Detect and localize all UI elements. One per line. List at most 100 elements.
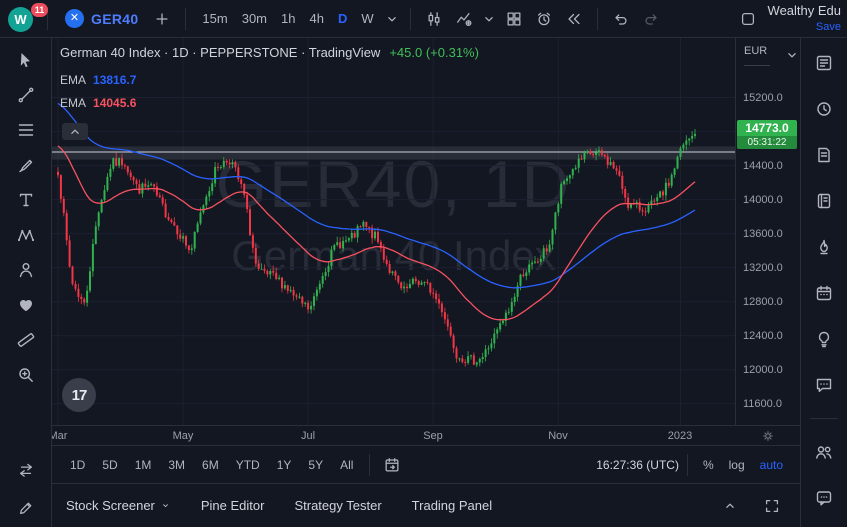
redo-button[interactable] xyxy=(637,5,665,33)
log-scale-button[interactable]: log xyxy=(722,454,752,476)
range-1m[interactable]: 1M xyxy=(127,454,160,476)
trend-line-tool[interactable] xyxy=(9,80,43,110)
brand-logo-circle: W xyxy=(8,7,33,32)
indicator-legend-ema[interactable]: EMA14045.6 xyxy=(60,92,479,114)
indicator-legend-ema[interactable]: EMA13816.7 xyxy=(60,69,479,91)
last-price-value: 14773.0 xyxy=(737,120,797,136)
range-3m[interactable]: 3M xyxy=(160,454,193,476)
right-sidebar xyxy=(800,38,847,527)
account-name: Wealthy Edu xyxy=(768,4,841,18)
currency-selector[interactable]: EUR xyxy=(744,45,794,57)
fib-retracement-tool[interactable] xyxy=(9,115,43,145)
percent-scale-button[interactable]: % xyxy=(696,454,721,476)
watchlist-panel-button[interactable] xyxy=(809,48,839,78)
hotlists-panel-button[interactable] xyxy=(809,232,839,262)
alerts-panel-button[interactable] xyxy=(809,94,839,124)
emoji-tool[interactable] xyxy=(9,290,43,320)
timeframe-30m[interactable]: 30m xyxy=(235,7,274,30)
panel-expand-up-button[interactable] xyxy=(716,492,744,520)
price-scale-label: 11600.0 xyxy=(743,398,782,410)
ideas-panel-button[interactable] xyxy=(809,324,839,354)
support-chat-button[interactable] xyxy=(809,483,839,513)
symbol-logo-icon: ✕ xyxy=(65,9,84,28)
legend-collapse-button[interactable] xyxy=(62,123,88,140)
range-ytd[interactable]: YTD xyxy=(228,454,268,476)
range-1y[interactable]: 1Y xyxy=(269,454,300,476)
range-all[interactable]: All xyxy=(332,454,361,476)
chat-panel-button[interactable] xyxy=(809,370,839,400)
symbol-name: GER40 xyxy=(91,11,138,27)
price-change: +45.0 (+0.31%) xyxy=(389,45,479,60)
top-toolbar: W 11 ✕ GER40 15m30m1h4hDW Wealthy Edu Sa… xyxy=(0,0,847,38)
chart-style-button[interactable] xyxy=(420,5,448,33)
chart-settings-gear[interactable] xyxy=(735,425,800,445)
economic-calendar-panel-button[interactable] xyxy=(809,278,839,308)
time-axis[interactable]: MarMayJulSepNov2023 xyxy=(52,425,735,445)
timeframe-group: 15m30m1h4hDW xyxy=(195,7,380,30)
tradingview-logo[interactable]: 17 xyxy=(62,378,96,412)
chart-legend: German 40 Index · 1D · PEPPERSTONE · Tra… xyxy=(60,45,479,114)
alert-button[interactable] xyxy=(530,5,558,33)
price-scale[interactable]: EUR 15200.014800.014400.014000.013600.01… xyxy=(735,38,800,425)
price-scale-label: 15200.0 xyxy=(743,92,783,104)
layout-grid-button[interactable] xyxy=(500,5,528,33)
indicators-dropdown-button[interactable] xyxy=(480,5,498,33)
cursor-tool[interactable] xyxy=(9,45,43,75)
go-to-date-button[interactable] xyxy=(378,451,406,479)
auto-scale-button[interactable]: auto xyxy=(753,454,790,476)
timeframe-1h[interactable]: 1h xyxy=(274,7,302,30)
brand-logo[interactable]: W 11 xyxy=(8,5,38,33)
range-5y[interactable]: 5Y xyxy=(300,454,331,476)
chart-pane[interactable]: GER40, 1D German 40 Index German 40 Inde… xyxy=(52,38,735,425)
range-5d[interactable]: 5D xyxy=(94,454,125,476)
divider xyxy=(810,418,838,419)
ruler-tool[interactable] xyxy=(9,325,43,355)
news-panel-button[interactable] xyxy=(809,140,839,170)
xabcd-pattern-tool[interactable] xyxy=(9,220,43,250)
account-block[interactable]: Wealthy Edu Save xyxy=(768,4,841,32)
timeframe-dropdown-button[interactable] xyxy=(383,5,401,33)
timeframe-W[interactable]: W xyxy=(354,7,380,30)
symbol-search-button[interactable]: ✕ GER40 xyxy=(57,5,146,32)
time-axis-label: May xyxy=(173,430,194,442)
community-button[interactable] xyxy=(809,437,839,467)
divider xyxy=(744,65,770,66)
compare-add-symbol-button[interactable] xyxy=(148,5,176,33)
gear-icon xyxy=(761,429,775,443)
indicator-label: EMA xyxy=(60,73,86,87)
save-layout-icon[interactable] xyxy=(734,5,762,33)
tab-stock-screener[interactable]: Stock Screener xyxy=(66,498,171,513)
panel-fullscreen-button[interactable] xyxy=(758,492,786,520)
range-6m[interactable]: 6M xyxy=(194,454,227,476)
edit-pencil-tool[interactable] xyxy=(9,493,43,523)
indicators-button[interactable] xyxy=(450,5,478,33)
symbol-description[interactable]: German 40 Index · 1D · PEPPERSTONE · Tra… xyxy=(60,45,380,60)
timeframe-4h[interactable]: 4h xyxy=(302,7,330,30)
range-1d[interactable]: 1D xyxy=(62,454,93,476)
undo-button[interactable] xyxy=(607,5,635,33)
price-scale-label: 12000.0 xyxy=(743,364,783,376)
timeframe-15m[interactable]: 15m xyxy=(195,7,234,30)
tab-pine-editor[interactable]: Pine Editor xyxy=(201,498,265,513)
text-tool[interactable] xyxy=(9,185,43,215)
bar-replay-button[interactable] xyxy=(560,5,588,33)
timeframe-D[interactable]: D xyxy=(331,7,354,30)
tab-trading-panel[interactable]: Trading Panel xyxy=(412,498,492,513)
notification-badge: 11 xyxy=(31,3,48,17)
divider xyxy=(597,8,598,30)
notebook-panel-button[interactable] xyxy=(809,186,839,216)
price-scale-label: 14400.0 xyxy=(743,160,783,172)
save-button[interactable]: Save xyxy=(816,21,841,33)
price-scale-label: 13600.0 xyxy=(743,228,783,240)
zoom-in-tool[interactable] xyxy=(9,360,43,390)
time-axis-label: Jul xyxy=(301,430,315,442)
utc-clock[interactable]: 16:27:36 (UTC) xyxy=(596,458,679,472)
time-axis-label: 2023 xyxy=(668,430,692,442)
chevron-down-icon xyxy=(783,46,794,57)
bottom-range-toolbar: 1D5D1M3M6MYTD1Y5YAll 16:27:36 (UTC) % lo… xyxy=(52,445,800,483)
tab-strategy-tester[interactable]: Strategy Tester xyxy=(294,498,381,513)
brush-tool[interactable] xyxy=(9,150,43,180)
divider xyxy=(369,454,370,476)
arrows-swap-tool[interactable] xyxy=(9,455,43,485)
forecast-tool[interactable] xyxy=(9,255,43,285)
